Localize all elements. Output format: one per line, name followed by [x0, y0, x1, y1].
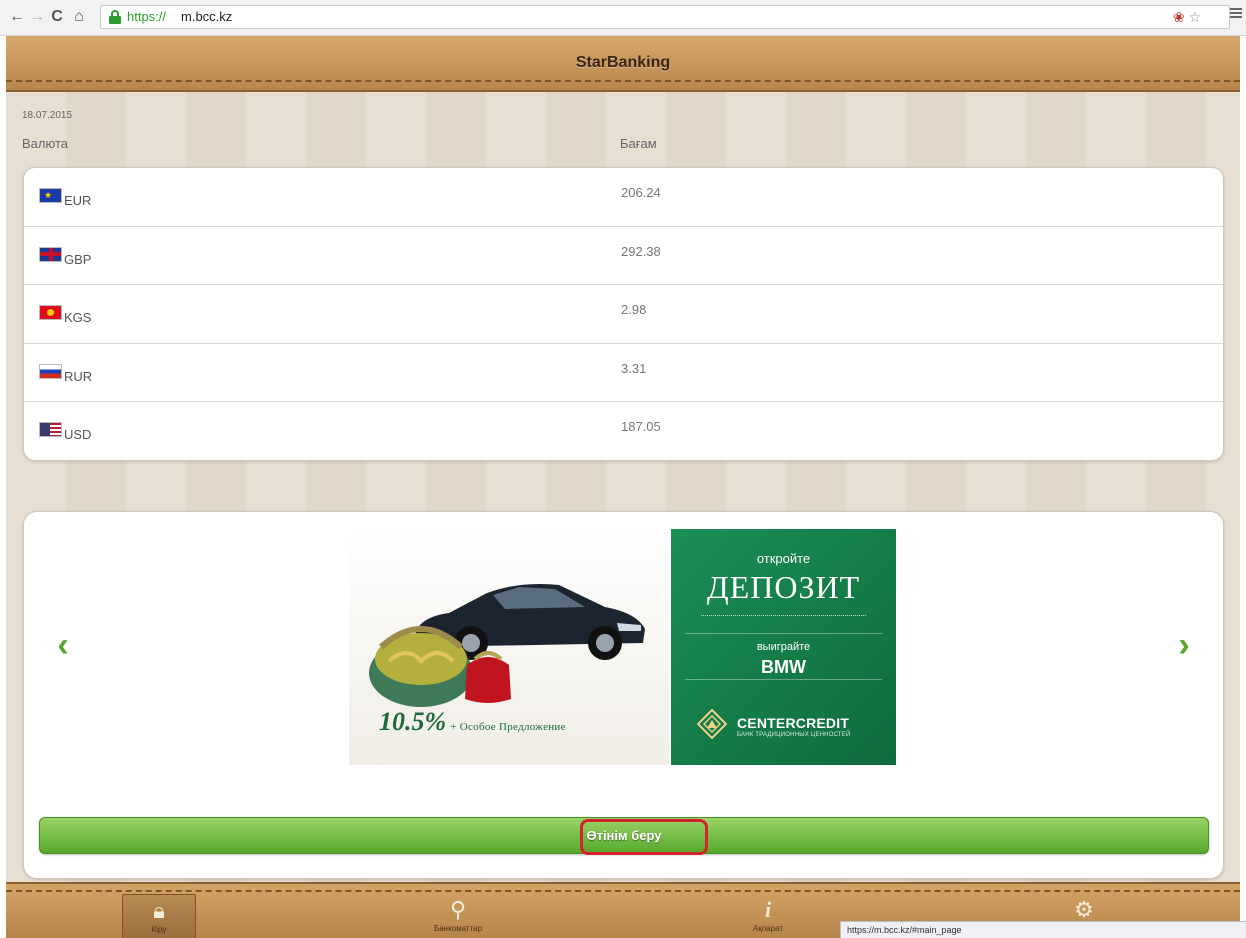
browser-menu-icon[interactable] — [1230, 8, 1242, 20]
extension-icon[interactable]: ❀ — [1173, 9, 1185, 25]
rate-row[interactable]: EUR 206.24 — [24, 168, 1223, 227]
back-arrow-icon[interactable]: ← — [8, 8, 26, 26]
status-bar-link: https://m.bcc.kz/#main_page — [840, 921, 1246, 938]
rate-row[interactable]: KGS 2.98 — [24, 285, 1223, 344]
deposit-banner[interactable]: 10.5% + Особое Предложение откройте ДЕПО… — [349, 529, 896, 765]
rates-date: 18.07.2015 — [22, 110, 73, 121]
column-header-currency: Валюта — [22, 136, 68, 151]
rate-row[interactable]: RUR 3.31 — [24, 344, 1223, 403]
rate-row[interactable]: GBP 292.38 — [24, 227, 1223, 286]
secure-lock-icon — [109, 10, 121, 24]
banner-win-text: выиграйте — [756, 641, 811, 653]
home-icon[interactable]: ⌂ — [70, 8, 88, 26]
tab-label: Банкоматтар — [433, 924, 483, 933]
app-header: StarBanking — [6, 36, 1240, 92]
gear-icon: ⚙ — [1074, 897, 1094, 922]
green-purse-image — [369, 626, 473, 707]
banner-deposit-text: ДЕПОЗИТ — [706, 569, 861, 605]
url-host: m.bcc.kz — [181, 9, 233, 24]
us-flag-icon — [39, 422, 62, 438]
eu-flag-icon — [39, 188, 62, 203]
currency-rate: 206.24 — [621, 185, 661, 200]
tab-info[interactable]: i Ақпарат — [731, 894, 805, 938]
reload-icon[interactable]: C — [48, 8, 66, 26]
currency-code: GBP — [64, 251, 92, 267]
uk-flag-icon — [39, 246, 62, 262]
currency-rate: 2.98 — [621, 302, 647, 318]
tab-atms[interactable]: ⚲ Банкоматтар — [421, 894, 495, 938]
currency-code: EUR — [64, 193, 92, 208]
currency-code: RUR — [64, 368, 93, 384]
app-viewport: StarBanking 18.07.2015 Валюта Бағам EUR … — [6, 36, 1240, 938]
address-bar[interactable]: https:// m.bcc.kz ❀ ☆ — [100, 5, 1230, 29]
page-title: StarBanking — [575, 54, 671, 71]
ru-flag-icon — [39, 363, 62, 379]
bookmark-star-icon[interactable]: ☆ — [1188, 9, 1201, 25]
forward-arrow-icon[interactable]: → — [28, 8, 46, 26]
deposit-rate: 10.5% — [379, 707, 447, 736]
carousel-prev-chevron-icon[interactable]: ‹ — [48, 628, 78, 662]
currency-rate: 292.38 — [621, 243, 661, 259]
currency-rate: 187.05 — [621, 419, 661, 435]
rate-row[interactable]: USD 187.05 — [24, 402, 1223, 460]
tab-label: Ақпарат — [752, 924, 783, 933]
special-offer-text: + Особое Предложение — [450, 721, 566, 733]
highlight-annotation — [580, 819, 708, 855]
banner-photo: 10.5% + Особое Предложение — [349, 529, 669, 765]
banner-open-text: откройте — [756, 551, 811, 566]
currency-rate: 3.31 — [621, 360, 647, 376]
ornament-divider — [701, 615, 866, 621]
promo-card: ‹ › 10.5% + Особое Предложение откройте … — [23, 511, 1224, 879]
tab-label: Кіру — [151, 925, 167, 934]
kg-flag-icon — [39, 305, 62, 321]
column-header-rate: Бағам — [620, 136, 657, 151]
browser-toolbar: ← → C ⌂ https:// m.bcc.kz ❀ ☆ — [0, 0, 1246, 36]
centercredit-logo-icon — [697, 709, 727, 739]
lock-icon: 🔒︎ — [153, 898, 165, 923]
info-icon: i — [764, 897, 772, 922]
apply-button[interactable]: Өтінім беру — [39, 817, 1209, 855]
exchange-rates-list: EUR 206.24 GBP 292.38 KGS 2.98 RUR 3.31 … — [23, 167, 1224, 461]
banner-green-panel: откройте ДЕПОЗИТ выиграйте BMW CENTERCRE… — [671, 529, 896, 765]
bank-tagline: БАНК ТРАДИЦИОННЫХ ЦЕННОСТЕЙ — [737, 732, 851, 738]
location-pin-icon: ⚲ — [449, 897, 467, 922]
carousel-next-chevron-icon[interactable]: › — [1169, 628, 1199, 662]
url-scheme: https:// — [127, 9, 167, 24]
banner-prize-text: BMW — [761, 657, 806, 677]
tab-login[interactable]: 🔒︎ Кіру — [122, 894, 196, 938]
currency-code: KGS — [64, 310, 92, 326]
bank-brand: CENTERCREDIT — [737, 715, 850, 731]
red-purse-image — [465, 651, 511, 703]
currency-code: USD — [64, 427, 92, 443]
